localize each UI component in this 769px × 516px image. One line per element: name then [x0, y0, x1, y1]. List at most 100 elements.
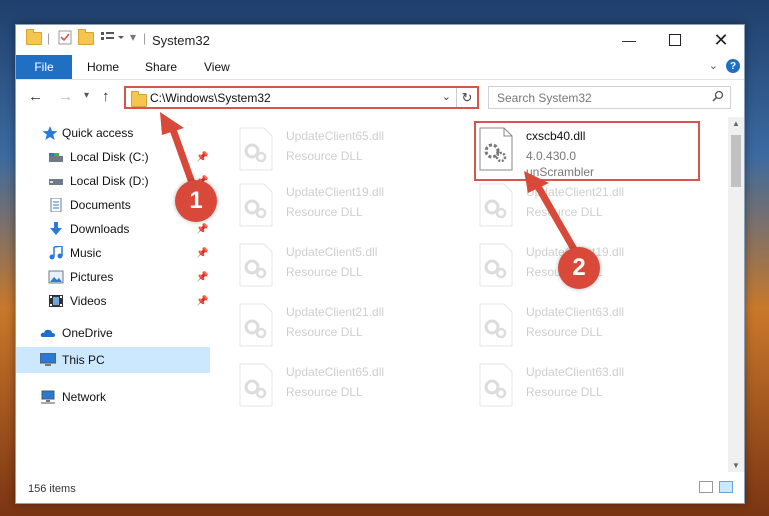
- sidebar-item-label: Pictures: [70, 270, 114, 284]
- tab-home[interactable]: Home: [87, 60, 119, 74]
- sidebar-item-label: Downloads: [70, 222, 130, 236]
- dll-file-icon: [479, 183, 513, 227]
- dll-file-icon: [479, 363, 513, 407]
- dll-file-icon: [479, 303, 513, 347]
- music-icon: [49, 246, 63, 260]
- file-item[interactable]: UpdateClient65.dll Resource DLL: [238, 125, 468, 177]
- maximize-button[interactable]: [652, 25, 698, 55]
- file-item[interactable]: UpdateClient21.dll Resource DLL: [238, 301, 468, 353]
- navigation-pane: Quick access Local Disk (C:) 📌 Local Dis…: [16, 117, 210, 472]
- dll-file-icon: [239, 183, 273, 227]
- file-type: Resource DLL: [286, 149, 363, 163]
- dll-file-icon: [239, 243, 273, 287]
- computer-icon: [40, 353, 56, 366]
- drive-icon: [49, 179, 63, 185]
- expand-ribbon-icon[interactable]: ⌄: [709, 59, 718, 72]
- window-title: System32: [152, 33, 210, 48]
- pin-icon: 📌: [196, 271, 209, 283]
- file-name: UpdateClient65.dll: [286, 365, 385, 379]
- folder-icon: [131, 91, 147, 107]
- sidebar-item-label: Quick access: [62, 126, 134, 140]
- file-item[interactable]: UpdateClient63.dll Resource DLL: [478, 361, 708, 413]
- star-icon: [42, 126, 58, 140]
- file-type: Resource DLL: [526, 205, 603, 219]
- close-button[interactable]: ✕: [698, 25, 744, 55]
- file-name: UpdateClient63.dll: [526, 305, 625, 319]
- address-bar[interactable]: C:\Windows\System32 ⌄ ↻: [124, 86, 479, 109]
- file-type: Resource DLL: [526, 385, 603, 399]
- file-list: UpdateClient65.dll Resource DLL cxscb40.…: [226, 117, 726, 472]
- folder-icon: [26, 29, 42, 45]
- cloud-icon: [40, 329, 55, 337]
- file-item[interactable]: UpdateClient65.dll Resource DLL: [238, 361, 468, 413]
- customize-toolbar-icon[interactable]: [100, 30, 126, 44]
- scrollbar-thumb[interactable]: [731, 135, 741, 187]
- file-item[interactable]: UpdateClient19.dll Resource DLL: [238, 181, 468, 233]
- sidebar-item-label: Local Disk (D:): [70, 174, 149, 188]
- file-type: Resource DLL: [286, 265, 363, 279]
- dll-file-icon: [479, 243, 513, 287]
- address-path[interactable]: C:\Windows\System32: [150, 91, 271, 105]
- scroll-up-icon[interactable]: ▲: [732, 119, 740, 128]
- scroll-down-icon[interactable]: ▼: [732, 461, 740, 470]
- search-box[interactable]: Search System32: [488, 86, 731, 109]
- file-highlight-box: [474, 121, 700, 181]
- new-folder-icon[interactable]: [78, 29, 94, 45]
- sidebar-item-videos[interactable]: Videos 📌: [16, 289, 210, 313]
- step-1-badge: 1: [175, 180, 217, 222]
- pin-icon: 📌: [196, 295, 209, 307]
- file-type: Resource DLL: [286, 385, 363, 399]
- sidebar-item-label: Music: [70, 246, 102, 260]
- dll-file-icon: [239, 363, 273, 407]
- search-input[interactable]: Search System32: [497, 91, 592, 105]
- sidebar-item-label: Videos: [70, 294, 107, 308]
- navigation-bar: ← → ▾ ↑ C:\Windows\System32 ⌄ ↻ Search S…: [16, 80, 744, 114]
- sidebar-item-label: Local Disk (C:): [70, 150, 149, 164]
- sidebar-item-local-disk-c[interactable]: Local Disk (C:) 📌: [16, 145, 210, 169]
- sidebar-item-music[interactable]: Music 📌: [16, 241, 210, 265]
- details-view-icon[interactable]: [699, 481, 713, 493]
- forward-arrow-icon[interactable]: →: [58, 88, 73, 105]
- file-name: UpdateClient19.dll: [286, 185, 385, 199]
- back-arrow-icon[interactable]: ←: [28, 88, 43, 105]
- file-name: UpdateClient65.dll: [286, 129, 385, 143]
- refresh-icon[interactable]: ↻: [456, 88, 477, 107]
- file-name: UpdateClient21.dll: [286, 305, 385, 319]
- chevron-down-icon[interactable]: ⌄: [442, 90, 451, 103]
- dll-file-icon: [239, 303, 273, 347]
- pin-icon: 📌: [196, 223, 209, 235]
- sidebar-item-downloads[interactable]: Downloads 📌: [16, 217, 210, 241]
- up-arrow-icon[interactable]: ↑: [102, 88, 110, 105]
- sidebar-item-onedrive[interactable]: OneDrive: [16, 321, 210, 345]
- file-item[interactable]: UpdateClient63.dll Resource DLL: [478, 301, 708, 353]
- dropdown-arrow-icon[interactable]: ▾: [130, 30, 136, 44]
- drive-icon: [49, 153, 63, 162]
- file-explorer-window: | ▾ | System32 — ✕ File Home Share View …: [15, 24, 745, 504]
- file-item[interactable]: UpdateClient21.dll Resource DLL: [478, 181, 708, 233]
- vertical-scrollbar[interactable]: ▲ ▼: [728, 117, 744, 472]
- tab-share[interactable]: Share: [145, 60, 177, 74]
- item-count: 156 items: [28, 483, 76, 495]
- file-name: UpdateClient5.dll: [286, 245, 378, 259]
- properties-icon[interactable]: [58, 30, 72, 45]
- sidebar-item-pictures[interactable]: Pictures 📌: [16, 265, 210, 289]
- tab-view[interactable]: View: [204, 60, 230, 74]
- search-icon[interactable]: [712, 90, 724, 102]
- sidebar-item-quick-access[interactable]: Quick access: [16, 121, 210, 145]
- help-icon[interactable]: ?: [726, 59, 740, 73]
- videos-icon: [49, 295, 63, 307]
- sidebar-item-this-pc[interactable]: This PC: [16, 347, 210, 373]
- large-icons-view-icon[interactable]: [719, 481, 733, 493]
- dll-file-icon: [239, 127, 273, 171]
- tab-file[interactable]: File: [16, 55, 72, 79]
- file-name: UpdateClient21.dll: [526, 185, 625, 199]
- minimize-button[interactable]: —: [606, 25, 652, 55]
- sidebar-item-label: Documents: [70, 198, 131, 212]
- title-bar: | ▾ | System32 — ✕: [16, 25, 744, 55]
- step-2-badge: 2: [558, 247, 600, 289]
- sidebar-item-network[interactable]: Network: [16, 385, 210, 409]
- recent-locations-icon[interactable]: ▾: [84, 90, 89, 101]
- pictures-icon: [48, 270, 64, 284]
- file-type: Resource DLL: [286, 205, 363, 219]
- file-item[interactable]: UpdateClient5.dll Resource DLL: [238, 241, 468, 293]
